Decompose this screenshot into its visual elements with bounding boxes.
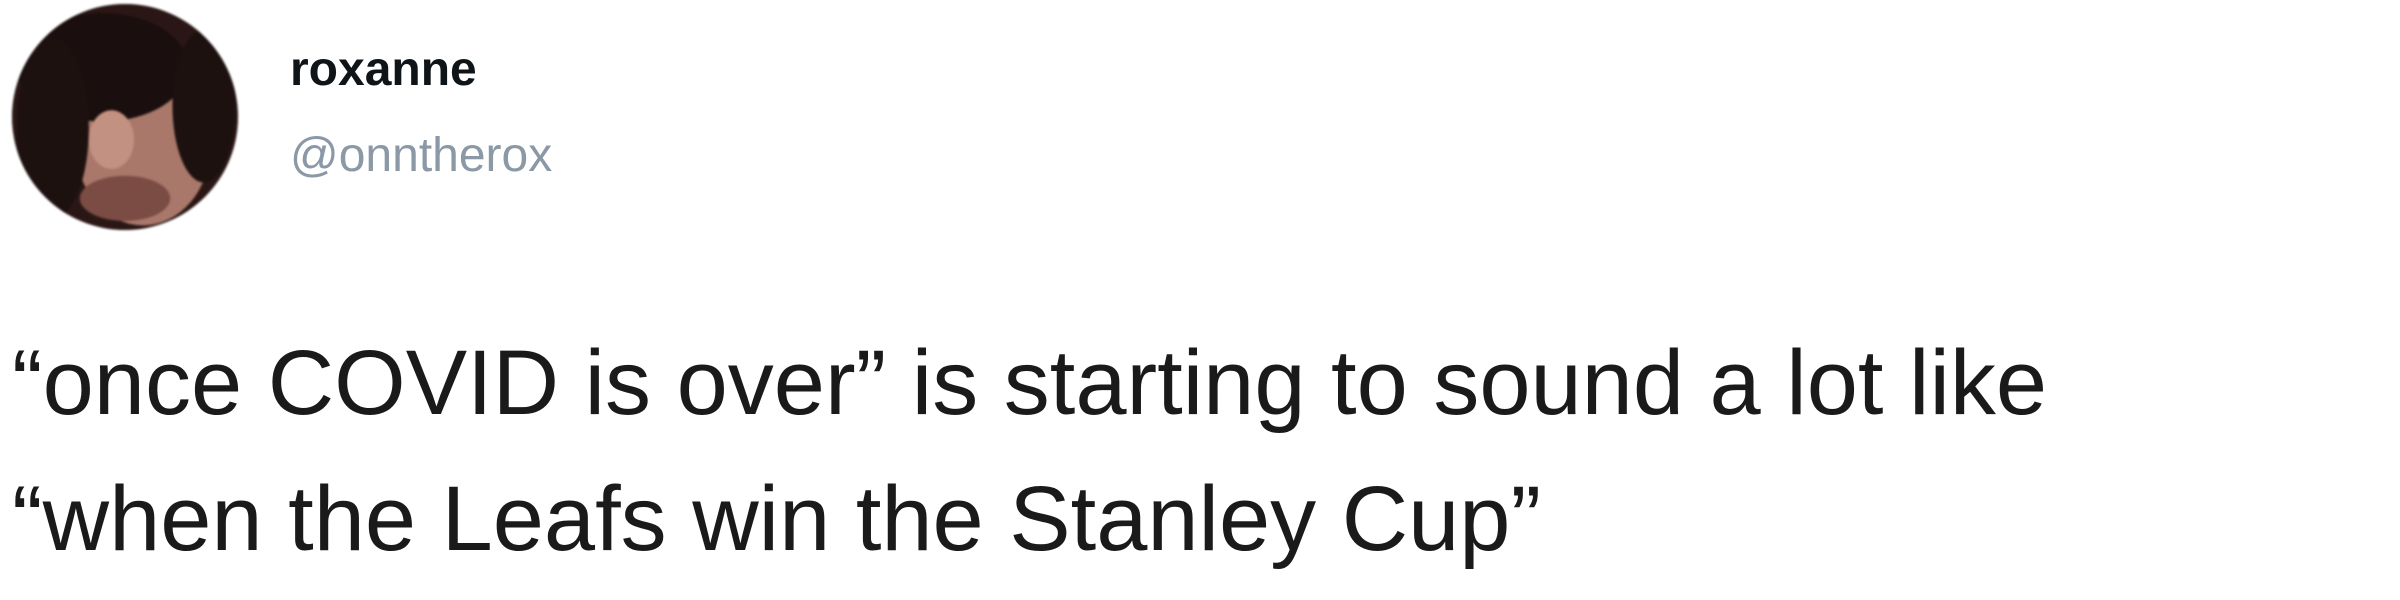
avatar-image	[12, 4, 238, 230]
user-handle[interactable]: @onntherox	[290, 128, 552, 183]
tweet-card: roxanne @onntherox “once COVID is over” …	[0, 0, 2400, 600]
tweet-text-line: “when the Leafs win the Stanley Cup”	[12, 468, 1542, 570]
display-name[interactable]: roxanne	[290, 42, 477, 97]
tweet-text-line: “once COVID is over” is starting to soun…	[12, 332, 2048, 434]
avatar[interactable]	[12, 4, 238, 230]
tweet-text: “once COVID is over” is starting to soun…	[12, 315, 2392, 587]
